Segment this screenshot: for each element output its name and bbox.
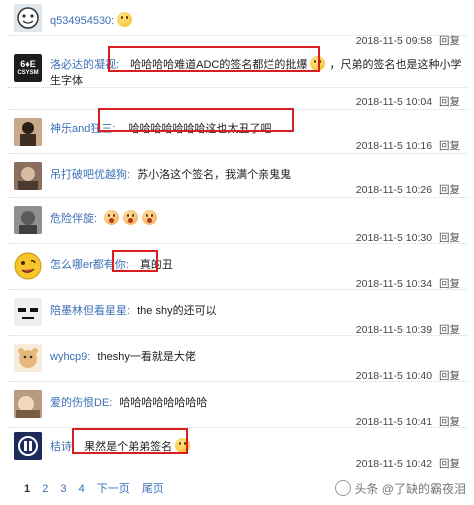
page-1[interactable]: 1 xyxy=(24,483,30,495)
comment-user[interactable]: 陪墨林但看星星: xyxy=(50,305,130,317)
comment-row: 怎么哪er都有你: 真的丑 2018-11-5 10:34 回复 xyxy=(0,244,474,290)
comment-text: 苏小洛这个签名，我满个亲鬼鬼 xyxy=(137,169,292,181)
comment-meta-row: 2018-11-5 10:04 回复 xyxy=(0,88,474,110)
comment-date: 2018-11-5 10:26 xyxy=(355,184,433,196)
avatar[interactable] xyxy=(14,432,42,460)
highlight-box xyxy=(98,108,294,132)
comment-user[interactable]: wyhcp9: xyxy=(50,351,90,363)
avatar-badge-bottom: CSYSM xyxy=(17,69,39,76)
avatar[interactable] xyxy=(14,162,42,190)
comment-text-cont: ，尺弟的签名也是这种小学 xyxy=(329,59,462,71)
comment-text: theshy一看就是大佬 xyxy=(97,351,196,363)
comment-row: q534954530: xyxy=(0,0,474,36)
last-page-link[interactable]: 尾页 xyxy=(142,483,164,495)
comment-user[interactable]: 吊打破吧优越狗: xyxy=(50,169,130,181)
page-4[interactable]: 4 xyxy=(79,483,85,495)
comment-user[interactable]: q534954530: xyxy=(50,15,114,27)
smile-emoji-icon xyxy=(117,12,133,27)
comment-meta: 2018-11-5 10:42 回复 xyxy=(356,456,460,471)
comment-text: 哈哈哈哈哈哈哈哈 xyxy=(119,397,208,409)
avatar[interactable] xyxy=(14,344,42,372)
comment-meta: 2018-11-5 09:58 回复 xyxy=(356,33,460,48)
reply-link[interactable]: 回复 xyxy=(439,184,460,196)
page-2[interactable]: 2 xyxy=(42,483,48,495)
watermark: 头条 @了缺的霸夜泪 xyxy=(335,480,466,497)
avatar[interactable] xyxy=(14,390,42,418)
comment-meta: 2018-11-5 10:04 回复 xyxy=(356,94,460,109)
highlight-box xyxy=(108,46,320,72)
surprised-emoji-icon xyxy=(104,210,120,225)
highlight-box xyxy=(112,250,158,272)
comment-line-cont: 生字体 xyxy=(50,72,466,88)
page-3[interactable]: 3 xyxy=(60,483,66,495)
comment-date: 2018-11-5 10:16 xyxy=(355,140,433,152)
comment-text-cont: 生字体 xyxy=(50,75,83,87)
comment-row: 危险伴旋: 2018-11-5 10:30 回复 xyxy=(0,198,474,244)
comment-text: the shy的还可以 xyxy=(137,305,217,317)
avatar[interactable] xyxy=(14,118,42,146)
avatar[interactable] xyxy=(14,252,42,280)
comment-line: 吊打破吧优越狗: 苏小洛这个签名，我满个亲鬼鬼 xyxy=(50,166,466,182)
highlight-box xyxy=(72,428,188,454)
avatar[interactable] xyxy=(14,298,42,326)
reply-link[interactable]: 回复 xyxy=(439,96,460,108)
comment-line: 危险伴旋: xyxy=(50,210,466,226)
comment-user[interactable]: 危险伴旋: xyxy=(50,213,97,225)
comment-date: 2018-11-5 10:42 xyxy=(355,458,433,470)
watermark-text: 头条 @了缺的霸夜泪 xyxy=(354,482,466,496)
comment-row: wyhcp9: theshy一看就是大佬 2018-11-5 10:40 回复 xyxy=(0,336,474,382)
comment-row: 陪墨林但看星星: the shy的还可以 2018-11-5 10:39 回复 xyxy=(0,290,474,336)
reply-link[interactable]: 回复 xyxy=(439,458,460,470)
avatar[interactable] xyxy=(14,206,42,234)
comment-meta: 2018-11-5 10:26 回复 xyxy=(356,182,460,197)
avatar-badge-top: 6♦E xyxy=(20,58,36,69)
reply-link[interactable]: 回复 xyxy=(439,140,460,152)
next-page-link[interactable]: 下一页 xyxy=(97,483,130,495)
comment-row: 神乐and狂三: 哈哈哈哈哈哈哈这也太丑了吧 2018-11-5 10:16 回… xyxy=(0,108,474,154)
comment-meta: 2018-11-5 10:16 回复 xyxy=(356,138,460,153)
pagination: 1 2 3 4 下一页 尾页 xyxy=(24,480,173,496)
comment-row: 桔诗: 果然是个弟弟签名 2018-11-5 10:42 回复 xyxy=(0,428,474,474)
comment-row: 6♦E CSYSM 洛必达的凝视: 哈哈哈哈难道ADC的签名都烂的批爆 ，尺弟的… xyxy=(0,33,474,88)
surprised-emoji-icon xyxy=(142,210,158,225)
watermark-logo-icon xyxy=(335,480,352,496)
avatar[interactable] xyxy=(14,4,42,32)
reply-link[interactable]: 回复 xyxy=(439,35,460,47)
comment-line: 陪墨林但看星星: the shy的还可以 xyxy=(50,302,466,318)
comment-row: 吊打破吧优越狗: 苏小洛这个签名，我满个亲鬼鬼 2018-11-5 10:26 … xyxy=(0,154,474,198)
comment-line: wyhcp9: theshy一看就是大佬 xyxy=(50,348,466,364)
comment-date: 2018-11-5 09:58 xyxy=(355,35,433,47)
comment-line: 爱的伤恨DE: 哈哈哈哈哈哈哈哈 xyxy=(50,394,466,410)
comment-date: 2018-11-5 10:04 xyxy=(355,96,433,108)
surprised-emoji-icon xyxy=(123,210,139,225)
comment-line: q534954530: xyxy=(50,12,466,27)
comment-row: 爱的伤恨DE: 哈哈哈哈哈哈哈哈 2018-11-5 10:41 回复 xyxy=(0,382,474,428)
avatar[interactable]: 6♦E CSYSM xyxy=(14,54,42,82)
comment-user[interactable]: 爱的伤恨DE: xyxy=(50,397,112,409)
